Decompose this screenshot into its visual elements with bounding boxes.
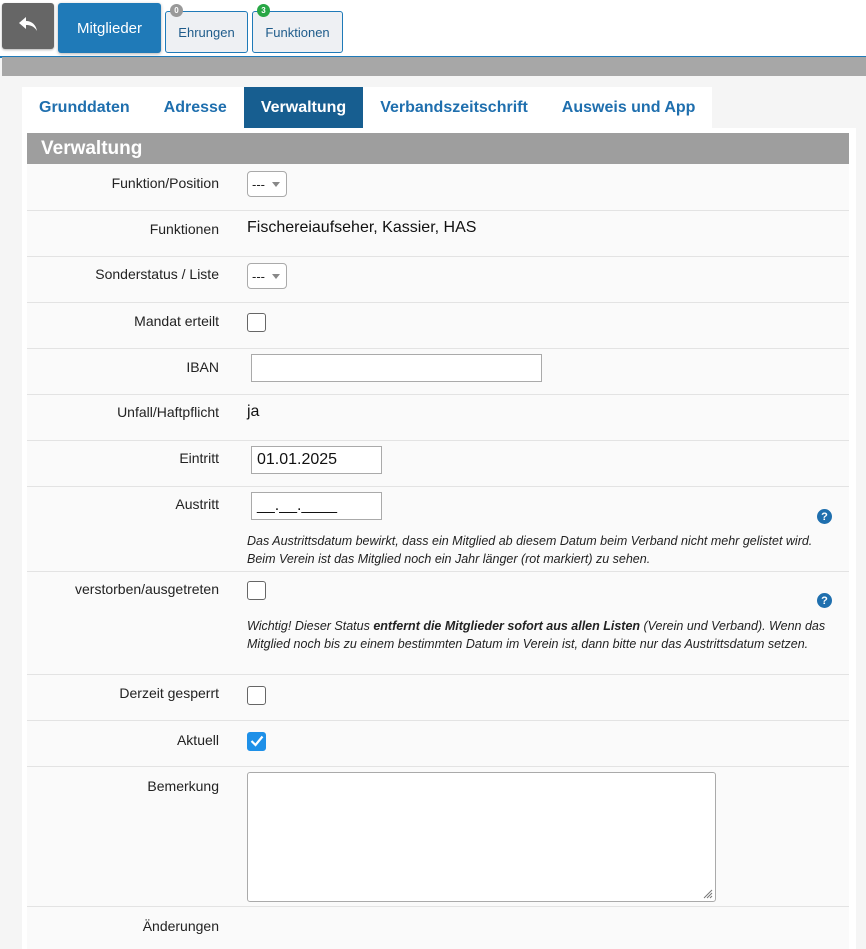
austritt-input[interactable]: __.__.____ — [251, 492, 382, 520]
subtab-verbandszeitschrift[interactable]: Verbandszeitschrift — [363, 87, 545, 128]
funktionen-value: Fischereiaufseher, Kassier, HAS — [247, 219, 477, 236]
verstorben-label: verstorben/ausgetreten — [75, 581, 219, 597]
verstorben-checkbox[interactable] — [247, 581, 266, 600]
sonderstatus-value: --- — [252, 268, 265, 284]
verstorben-note-emphasis: entfernt die Mitglieder sofort aus allen… — [373, 619, 641, 633]
sonderstatus-select[interactable]: --- — [247, 263, 287, 289]
subtab-ausweis-und-app[interactable]: Ausweis und App — [545, 87, 713, 128]
funktion-position-select[interactable]: --- — [247, 171, 287, 197]
funktionen-count-badge: 3 — [257, 4, 270, 17]
toolbar-divider — [2, 57, 866, 76]
tab-funktionen[interactable]: 3 Funktionen — [252, 4, 343, 53]
eintritt-label: Eintritt — [179, 450, 219, 466]
funktion-position-label: Funktion/Position — [111, 175, 219, 191]
verstorben-help-icon[interactable]: ? — [817, 593, 832, 608]
verstorben-note-text: Wichtig! Dieser Status — [247, 619, 374, 633]
back-button[interactable] — [2, 3, 54, 49]
gesperrt-label: Derzeit gesperrt — [119, 685, 219, 701]
mandat-checkbox[interactable] — [247, 313, 266, 332]
iban-label: IBAN — [186, 359, 219, 375]
row-iban: IBAN — [27, 349, 849, 395]
austritt-help-icon[interactable]: ? — [817, 509, 832, 524]
austritt-note: Das Austrittsdatum bewirkt, dass ein Mit… — [247, 534, 813, 566]
aktuell-checkbox[interactable] — [247, 732, 266, 751]
row-funktion-position: Funktion/Position --- — [27, 164, 849, 211]
section-title: Verwaltung — [27, 133, 849, 164]
check-icon — [250, 735, 264, 747]
sonderstatus-label: Sonderstatus / Liste — [95, 266, 219, 282]
resize-grip-icon[interactable] — [703, 889, 713, 899]
iban-input[interactable] — [251, 354, 542, 382]
tab-funktionen-label: Funktionen — [265, 24, 330, 40]
top-toolbar: Mitglieder 0 Ehrungen 3 Funktionen — [0, 0, 866, 58]
caret-down-icon — [272, 182, 280, 187]
bemerkung-textarea[interactable] — [247, 772, 716, 902]
row-bemerkung: Bemerkung — [27, 767, 849, 907]
verwaltung-panel: Verwaltung Funktion/Position --- Funktio… — [22, 128, 856, 949]
row-verstorben: verstorben/ausgetreten ? Wichtig! Dieser… — [27, 572, 849, 675]
aktuell-label: Aktuell — [176, 732, 219, 748]
row-eintritt: Eintritt 01.01.2025 — [27, 441, 849, 487]
subtab-grunddaten[interactable]: Grunddaten — [22, 87, 147, 128]
row-aenderungen: Änderungen — [27, 907, 849, 949]
row-mandat: Mandat erteilt — [27, 303, 849, 349]
unfall-label: Unfall/Haftpflicht — [117, 404, 219, 420]
reply-arrow-icon — [18, 16, 38, 37]
unfall-value: ja — [247, 403, 260, 420]
tab-ehrungen[interactable]: 0 Ehrungen — [165, 4, 248, 53]
row-aktuell: Aktuell — [27, 721, 849, 767]
row-unfall: Unfall/Haftpflicht ja — [27, 395, 849, 441]
tab-ehrungen-label: Ehrungen — [178, 24, 235, 40]
gesperrt-checkbox[interactable] — [247, 686, 266, 705]
aenderungen-label: Änderungen — [142, 918, 219, 934]
tab-mitglieder[interactable]: Mitglieder — [58, 3, 161, 53]
sub-tab-bar: Grunddaten Adresse Verwaltung Verbandsze… — [22, 87, 713, 128]
ehrungen-count-badge: 0 — [170, 4, 183, 17]
mandat-label: Mandat erteilt — [134, 313, 219, 329]
eintritt-input[interactable]: 01.01.2025 — [251, 446, 382, 474]
row-austritt: Austritt __.__.____ ? Das Austrittsdatum… — [27, 487, 849, 572]
austritt-label: Austritt — [175, 496, 219, 512]
subtab-verwaltung[interactable]: Verwaltung — [243, 87, 364, 128]
tab-mitglieder-label: Mitglieder — [76, 19, 143, 37]
funktionen-label: Funktionen — [149, 221, 219, 237]
caret-down-icon — [272, 274, 280, 279]
verstorben-note: Wichtig! Dieser Status entfernt die Mitg… — [247, 617, 832, 653]
row-sonderstatus: Sonderstatus / Liste --- — [27, 257, 849, 303]
subtab-adresse[interactable]: Adresse — [147, 87, 244, 128]
bemerkung-label: Bemerkung — [147, 778, 219, 794]
funktion-position-value: --- — [252, 176, 265, 192]
row-funktionen: Funktionen Fischereiaufseher, Kassier, H… — [27, 211, 849, 257]
row-gesperrt: Derzeit gesperrt — [27, 675, 849, 721]
